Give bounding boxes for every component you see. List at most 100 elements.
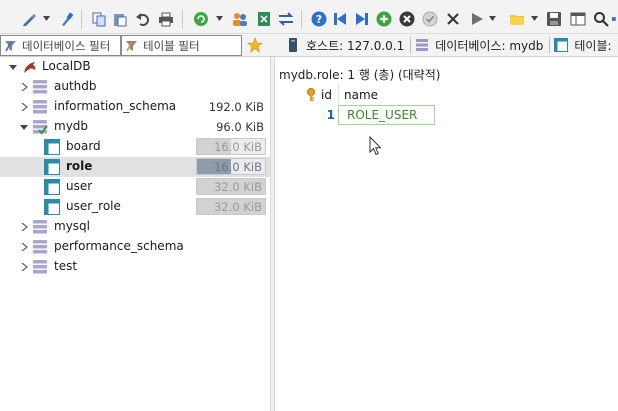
tab-host[interactable]: 호스트: 127.0.0.1 xyxy=(282,34,410,56)
tab-host-label: 호스트: 127.0.0.1 xyxy=(306,38,405,53)
tree-item-size: 32.0 KiB xyxy=(214,200,262,214)
table-icon xyxy=(44,179,60,195)
tree-item-mysql[interactable]: mysql xyxy=(0,217,270,237)
tree-item-mydb[interactable]: mydb 96.0 KiB xyxy=(0,117,270,137)
delete-icon[interactable] xyxy=(398,10,416,28)
tab-database[interactable]: 데이터베이스: mydb xyxy=(411,34,549,56)
refresh-icon[interactable] xyxy=(192,10,210,28)
tree-item-role[interactable]: role 16.0 KiB xyxy=(0,157,270,177)
dolphin-icon xyxy=(24,62,36,73)
table-icon xyxy=(44,199,60,215)
run-icon[interactable] xyxy=(468,10,486,28)
tree-item-label: authdb xyxy=(54,79,97,93)
host-icon xyxy=(289,38,297,52)
first-icon[interactable] xyxy=(331,10,349,28)
tree-item-performance-schema[interactable]: performance_schema xyxy=(0,237,270,257)
database-filter[interactable] xyxy=(0,35,121,56)
toolbar: ? xyxy=(0,5,618,34)
expand-arrow-icon[interactable] xyxy=(19,102,29,112)
database-icon xyxy=(33,260,47,274)
add-icon[interactable] xyxy=(375,10,393,28)
tree-item-label: user_role xyxy=(66,199,121,213)
layout-icon[interactable] xyxy=(569,10,587,28)
size-bar: 32.0 KiB xyxy=(196,198,266,215)
copy-icon[interactable] xyxy=(90,10,108,28)
table-filter-input[interactable] xyxy=(139,36,241,55)
print-icon[interactable] xyxy=(157,10,175,28)
tree-item-user-role[interactable]: user_role 32.0 KiB xyxy=(0,197,270,217)
cancel-icon[interactable] xyxy=(444,10,462,28)
table-icon xyxy=(44,159,60,175)
database-tree: LocalDB authdb information_schema 192.0 … xyxy=(0,57,270,411)
tree-item-information-schema[interactable]: information_schema 192.0 KiB xyxy=(0,97,270,117)
result-status: mydb.role: 1 행 (총) (대략적) xyxy=(279,68,441,82)
search-icon[interactable] xyxy=(592,10,610,28)
tree-item-test[interactable]: test xyxy=(0,257,270,277)
cell-name[interactable]: ROLE_USER xyxy=(338,105,435,125)
transfer-icon[interactable] xyxy=(277,10,295,28)
brush-icon[interactable] xyxy=(57,10,75,28)
tree-item-size: 192.0 KiB xyxy=(208,100,264,114)
tree-item-label: role xyxy=(66,159,93,173)
tree-root-localdb[interactable]: LocalDB xyxy=(0,57,270,77)
table-icon xyxy=(554,38,569,52)
cell-id[interactable]: 1 xyxy=(317,105,335,125)
tab-table-label: 테이블: xyxy=(574,38,612,53)
tree-item-label: user xyxy=(66,179,93,193)
folder-icon[interactable] xyxy=(508,10,526,28)
undo-icon[interactable] xyxy=(134,10,152,28)
tab-database-label: 데이터베이스: mydb xyxy=(435,38,544,53)
tab-table[interactable]: 테이블: xyxy=(550,34,617,56)
size-bar: 32.0 KiB xyxy=(196,178,266,195)
paste-icon[interactable] xyxy=(111,10,129,28)
save-icon[interactable] xyxy=(545,10,563,28)
pane-splitter[interactable] xyxy=(270,57,275,411)
database-filter-input[interactable] xyxy=(18,36,120,55)
dropdown-arrow-icon[interactable] xyxy=(216,16,223,22)
favorites-star-icon[interactable] xyxy=(247,37,263,53)
collapse-arrow-icon[interactable] xyxy=(19,122,29,132)
users-icon[interactable] xyxy=(231,10,249,28)
filter-bar: 호스트: 127.0.0.1 데이터베이스: mydb 테이블: xyxy=(0,34,618,57)
dropdown-arrow-icon[interactable] xyxy=(43,16,50,22)
table-filter[interactable] xyxy=(121,35,242,56)
filter-icon xyxy=(5,40,16,51)
tree-item-authdb[interactable]: authdb xyxy=(0,77,270,97)
filter-icon xyxy=(126,40,137,51)
database-icon xyxy=(33,100,47,114)
check-icon[interactable] xyxy=(421,10,439,28)
mouse-cursor-icon xyxy=(369,136,382,156)
database-active-icon xyxy=(33,120,48,135)
tab-bar: 호스트: 127.0.0.1 데이터베이스: mydb 테이블: xyxy=(282,34,618,56)
last-icon[interactable] xyxy=(353,10,371,28)
tree-item-label: mysql xyxy=(54,219,90,233)
tree-item-user[interactable]: user 32.0 KiB xyxy=(0,177,270,197)
help-icon[interactable]: ? xyxy=(310,10,328,28)
tree-item-label: board xyxy=(66,139,101,153)
column-header-name[interactable]: name xyxy=(344,85,434,105)
table-icon xyxy=(44,139,60,155)
tree-item-board[interactable]: board 16.0 KiB xyxy=(0,137,270,157)
expand-arrow-icon[interactable] xyxy=(19,242,29,252)
tree-item-size: 32.0 KiB xyxy=(214,180,262,194)
expand-arrow-icon[interactable] xyxy=(19,82,29,92)
size-bar: 16.0 KiB xyxy=(196,158,266,175)
database-icon xyxy=(416,39,429,51)
expand-arrow-icon[interactable] xyxy=(19,222,29,232)
database-icon xyxy=(33,240,47,254)
tree-item-size: 16.0 KiB xyxy=(214,140,262,154)
collapse-arrow-icon[interactable] xyxy=(8,62,18,72)
dropdown-arrow-icon[interactable] xyxy=(531,16,538,22)
dropdown-arrow-icon[interactable] xyxy=(489,16,496,22)
size-bar: 16.0 KiB xyxy=(196,138,266,155)
more-icon[interactable] xyxy=(612,10,618,28)
tree-item-size: 96.0 KiB xyxy=(216,120,264,134)
data-pane: mydb.role: 1 행 (총) (대략적) id name 1 ROLE_… xyxy=(276,57,618,411)
tree-item-size: 16.0 KiB xyxy=(214,160,262,174)
tree-item-label: performance_schema xyxy=(54,239,184,253)
tree-root-label: LocalDB xyxy=(42,59,91,73)
expand-arrow-icon[interactable] xyxy=(19,262,29,272)
tree-item-label: information_schema xyxy=(54,99,177,113)
excel-icon[interactable] xyxy=(255,10,273,28)
pen-icon[interactable] xyxy=(20,10,38,28)
